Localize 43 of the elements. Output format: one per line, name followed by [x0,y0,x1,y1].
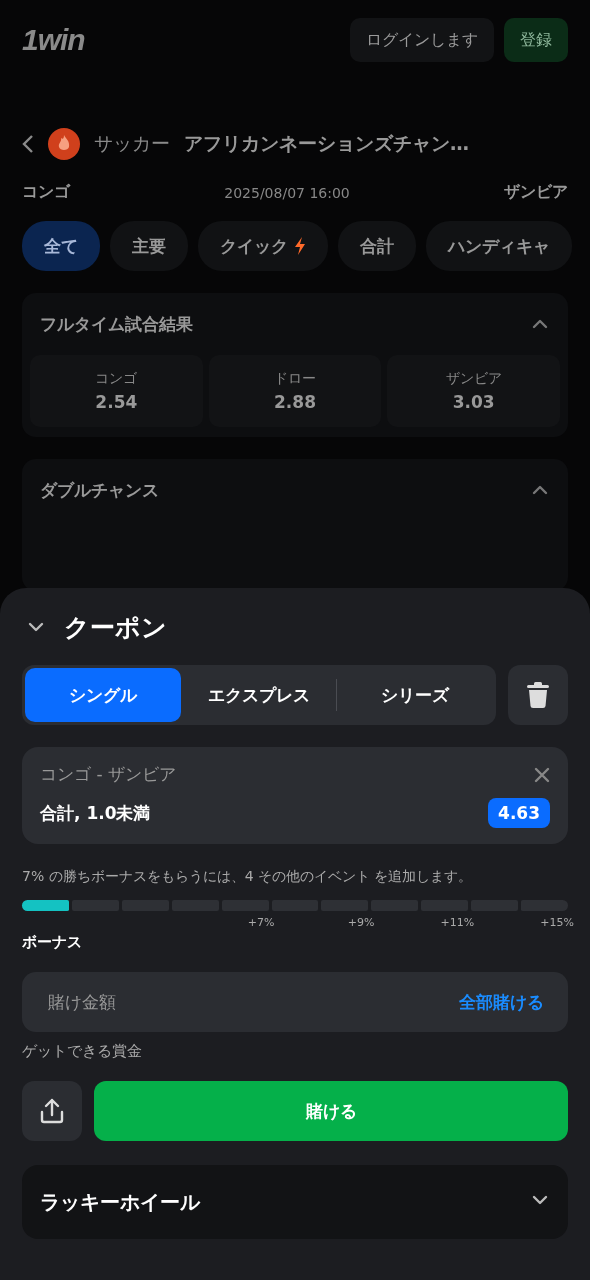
event-name: コンゴ - ザンビア [40,763,176,786]
filter-chip[interactable]: 全て [22,221,100,271]
odds-button[interactable]: ザンビア 3.03 [387,355,560,427]
bonus-tick-label: +11% [440,916,475,929]
close-icon[interactable] [534,766,550,783]
logo[interactable]: 1win [22,23,85,57]
away-team: ザンビア [504,182,568,203]
winnings-label: ゲットできる賞金 [22,1042,143,1061]
bonus-hint: 7% の勝ちボーナスをもらうには、4 その他のイベント を追加します。 [22,868,474,886]
filter-chip[interactable]: クイック [198,221,328,271]
share-icon [38,1097,66,1125]
trash-button[interactable] [508,665,568,725]
filter-chip[interactable]: 主要 [110,221,188,271]
bonus-tick-label: +9% [347,916,375,929]
match-datetime: 2025/08/07 16:00 [224,184,350,201]
home-team: コンゴ [22,182,70,203]
league-title: アフリカンネーションズチャン… [184,131,469,156]
bet-type-tab[interactable]: シリーズ [337,668,493,722]
filter-chip[interactable]: ハンディキャ [426,221,572,271]
sport-label[interactable]: サッカー [94,131,170,157]
register-button[interactable]: 登録 [504,18,568,62]
market-title: ダブルチャンス [40,478,159,502]
bonus-label: ボーナス [22,933,83,952]
bet-all-link[interactable]: 全部賭ける [459,990,544,1014]
bet-type-tab[interactable]: エクスプレス [180,668,337,722]
stake-field[interactable]: 賭け金額 全部賭ける [22,972,568,1032]
lucky-wheel-title: ラッキーホイール [40,1188,200,1216]
lucky-wheel-panel[interactable]: ラッキーホイール [22,1165,568,1239]
bonus-tick-label: +7% [247,916,275,929]
market-title: フルタイム試合結果 [40,312,193,336]
back-icon[interactable] [22,134,34,154]
coupon-title: クーポン [64,611,167,644]
odds-button[interactable]: コンゴ 2.54 [30,355,203,427]
trash-icon [527,682,549,708]
filter-chip[interactable]: 合計 [338,221,416,271]
share-button[interactable] [22,1081,82,1141]
odds-badge: 4.63 [488,798,550,828]
login-button[interactable]: ログインします [350,18,494,62]
bonus-tick-label: +15% [540,916,574,929]
fire-icon [48,128,80,160]
bet-selection: 合計, 1.0未満 [40,801,151,825]
odds-button[interactable]: ドロー 2.88 [208,355,382,427]
bet-type-tab[interactable]: シングル [25,668,181,722]
